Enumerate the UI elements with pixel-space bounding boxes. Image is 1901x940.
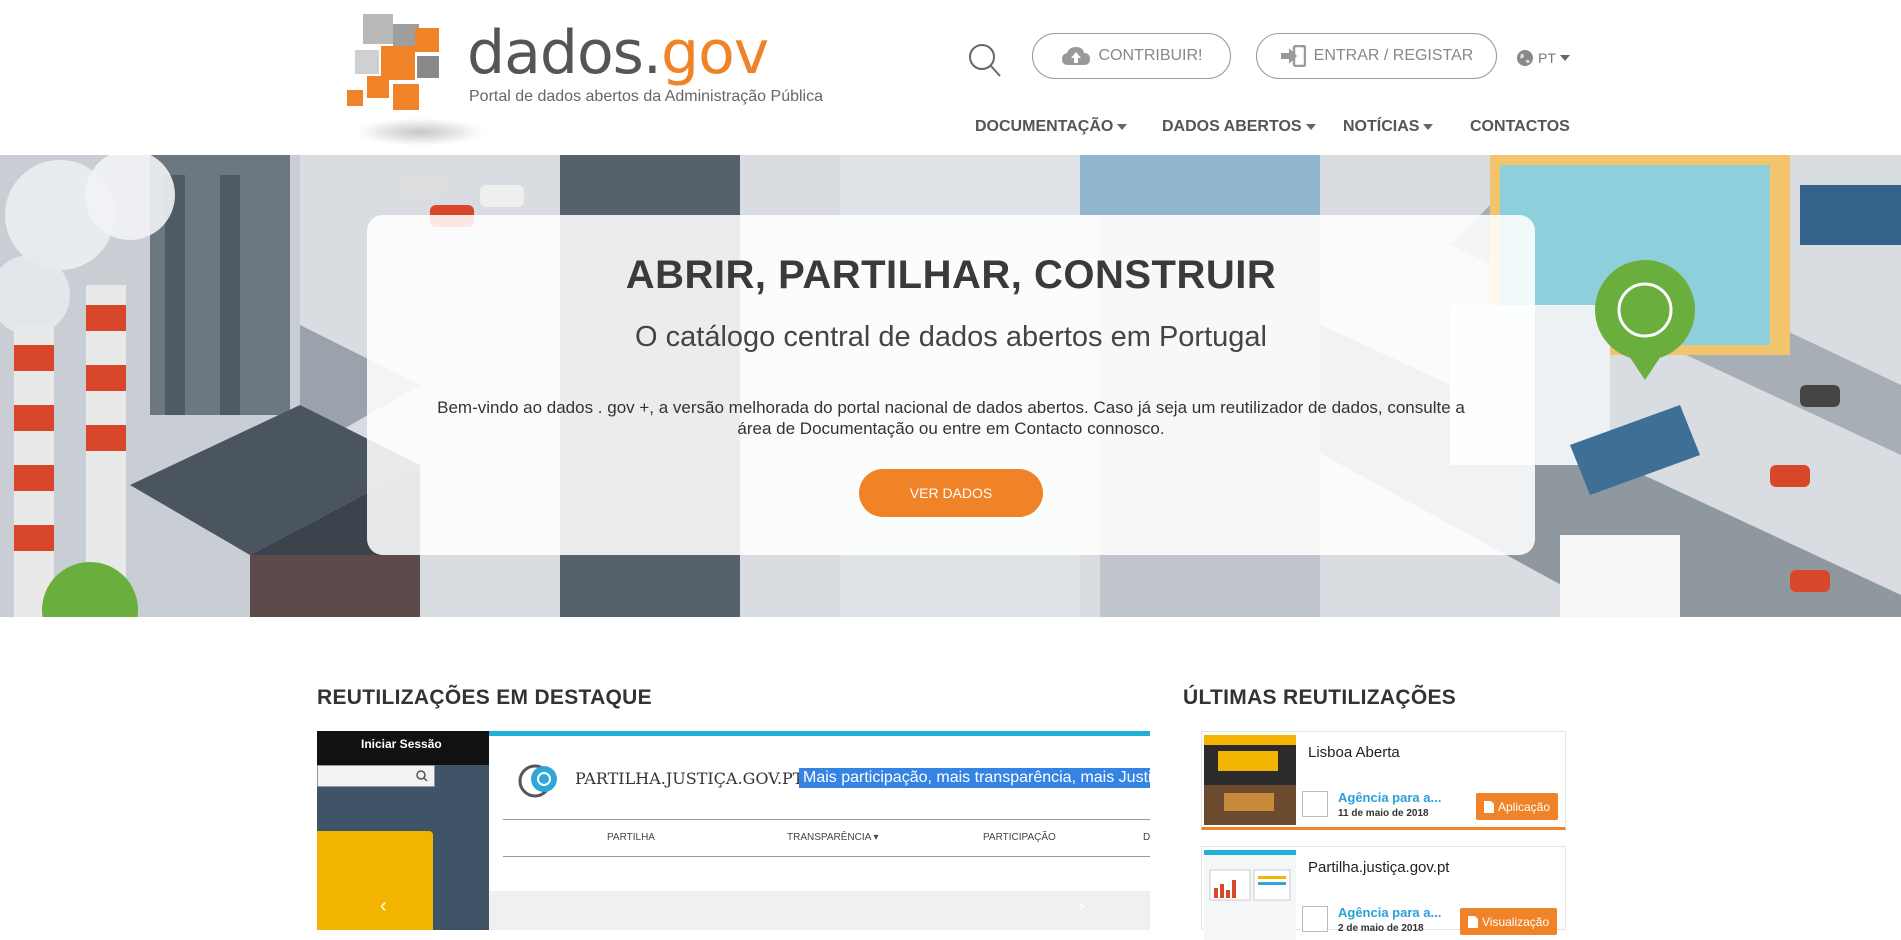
organization-logo <box>1302 791 1328 817</box>
document-icon <box>1468 915 1478 928</box>
featured-title: REUTILIZAÇÕES EM DESTAQUE <box>317 686 652 709</box>
nav-label: DADOS ABERTOS <box>1162 118 1302 135</box>
document-icon <box>1484 800 1494 813</box>
featured-carousel[interactable]: Iniciar Sessão PARTILHA.JUSTIÇA.GOV.PT M… <box>317 731 1150 930</box>
login-register-label: ENTRAR / REGISTAR <box>1313 47 1474 64</box>
logo-word-gov: gov <box>660 18 769 88</box>
carousel-prev-button[interactable]: ‹ <box>380 895 387 918</box>
partilha-logo-icon <box>518 764 557 798</box>
card-type-badge[interactable]: Visualização <box>1460 908 1558 935</box>
chimney-left <box>14 325 54 617</box>
contribute-label: CONTRIBUIR! <box>1098 47 1203 64</box>
latest-reuse-card[interactable]: Lisboa Aberta Agência para a... 11 de ma… <box>1201 731 1566 830</box>
organization-logo <box>1302 906 1328 932</box>
card-thumbnail <box>1204 850 1296 940</box>
hero-description: Bem-vindo ao dados . gov +, a versão mel… <box>437 398 1465 438</box>
featured-slide-nav-item: PARTILHA <box>607 832 655 843</box>
language-label: PT <box>1538 50 1556 66</box>
card-title[interactable]: Lisboa Aberta <box>1308 744 1400 761</box>
latest-title: ÚLTIMAS REUTILIZAÇÕES <box>1183 686 1457 709</box>
hero-title: ABRIR, PARTILHAR, CONSTRUIR <box>625 253 1277 297</box>
contribute-button[interactable]: CONTRIBUIR! <box>1032 33 1231 79</box>
featured-slide-topbar: Iniciar Sessão <box>317 731 489 765</box>
globe-icon <box>1517 50 1533 66</box>
logo-shadow <box>355 118 485 146</box>
nav-label: DOCUMENTAÇÃO <box>975 118 1114 135</box>
featured-slide-nav: PARTILHA TRANSPARÊNCIA ▾ PARTICIPAÇÃO D <box>503 819 1150 857</box>
chevron-down-icon <box>1423 124 1434 130</box>
featured-slide-search <box>317 765 435 787</box>
site-logo[interactable]: dados.gov Portal de dados abertos da Adm… <box>345 10 823 146</box>
card-date: 11 de maio de 2018 <box>1338 808 1429 819</box>
card-title[interactable]: Partilha.justiça.gov.pt <box>1308 859 1449 876</box>
nav-open-data[interactable]: DADOS ABERTOS <box>1162 118 1316 136</box>
card-date: 2 de maio de 2018 <box>1338 923 1424 934</box>
featured-slide-sidebar: Iniciar Sessão <box>317 731 489 930</box>
nav-documentation[interactable]: DOCUMENTAÇÃO <box>975 118 1128 136</box>
sign-in-icon <box>1280 45 1306 67</box>
nav-news[interactable]: NOTÍCIAS <box>1343 118 1434 136</box>
hero-card: ABRIR, PARTILHAR, CONSTRUIR O catálogo c… <box>367 215 1535 555</box>
featured-slide-login: Iniciar Sessão <box>361 737 442 751</box>
logo-cubes-icon <box>345 10 465 120</box>
card-thumbnail <box>1204 735 1296 825</box>
hero-banner: ABRIR, PARTILHAR, CONSTRUIR O catálogo c… <box>0 155 1901 617</box>
featured-slide-accent-bar <box>489 731 1150 736</box>
card-organization[interactable]: Agência para a... <box>1338 790 1441 805</box>
featured-slide-brand: PARTILHA.JUSTIÇA.GOV.PT <box>575 769 804 788</box>
login-register-button[interactable]: ENTRAR / REGISTAR <box>1256 33 1497 79</box>
featured-slide-content <box>489 891 1150 930</box>
latest-reuse-card[interactable]: Partilha.justiça.gov.pt Agência para a..… <box>1201 846 1566 940</box>
carousel-next-button[interactable]: › <box>1078 895 1085 918</box>
featured-slide-nav-item: PARTICIPAÇÃO <box>983 832 1056 843</box>
featured-slide-yellow-panel <box>317 831 433 930</box>
chevron-down-icon <box>1305 124 1316 130</box>
hero-subtitle: O catálogo central de dados abertos em P… <box>635 321 1267 353</box>
logo-wordmark: dados.gov <box>467 18 769 88</box>
card-organization[interactable]: Agência para a... <box>1338 905 1441 920</box>
chevron-down-icon <box>1117 124 1128 130</box>
search-icon <box>416 770 428 782</box>
featured-slide-nav-item: D <box>1143 832 1150 843</box>
nav-contacts[interactable]: CONTACTOS <box>1470 118 1570 136</box>
search-button[interactable] <box>967 40 1003 80</box>
nav-label: CONTACTOS <box>1470 118 1570 135</box>
view-data-button[interactable]: VER DADOS <box>859 469 1043 517</box>
featured-slide-nav-item: TRANSPARÊNCIA ▾ <box>787 832 879 843</box>
featured-slide-highlight: Mais participação, mais transparência, m… <box>799 768 1150 788</box>
nav-label: NOTÍCIAS <box>1343 118 1420 135</box>
logo-word-main: dados. <box>467 18 662 88</box>
language-selector[interactable]: PT <box>1516 49 1570 67</box>
card-type-label: Visualização <box>1482 914 1550 929</box>
search-icon <box>969 44 1001 77</box>
featured-slide-screenshot: PARTILHA.JUSTIÇA.GOV.PT Mais participaçã… <box>489 731 1150 930</box>
card-type-badge[interactable]: Aplicação <box>1476 793 1559 820</box>
card-type-label: Aplicação <box>1498 799 1551 814</box>
logo-tagline: Portal de dados abertos da Administração… <box>469 88 823 105</box>
chevron-down-icon <box>1559 55 1570 61</box>
site-header: dados.gov Portal de dados abertos da Adm… <box>0 0 1901 155</box>
cloud-upload-icon <box>1061 47 1090 65</box>
